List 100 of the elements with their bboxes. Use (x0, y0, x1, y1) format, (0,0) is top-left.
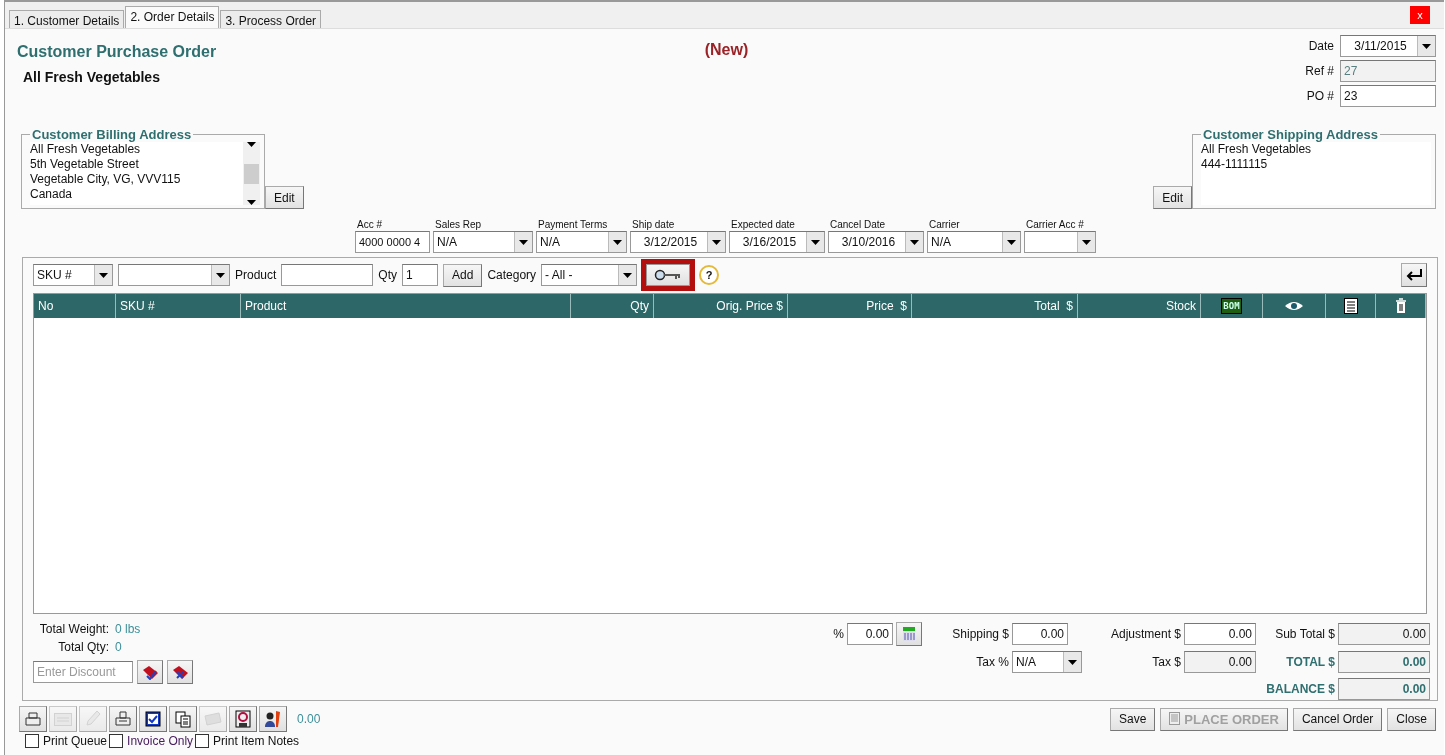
order-status: (New) (704, 41, 749, 60)
date-picker[interactable]: 3/12/2015 (630, 231, 726, 253)
enter-button[interactable] (1401, 263, 1427, 287)
caret-icon (99, 272, 108, 278)
field-label: BALANCE $ (1265, 682, 1335, 696)
field-label: Payment Terms (537, 219, 609, 230)
product-field[interactable] (281, 264, 374, 286)
printer-icon (115, 711, 131, 727)
field-label: Category (487, 268, 537, 282)
bom-icon: BOM (1221, 298, 1242, 314)
account-field[interactable]: 4000 0000 4 (355, 231, 430, 253)
column-header[interactable]: Qty (571, 294, 654, 318)
add-button[interactable]: Add (443, 263, 483, 287)
column-header[interactable]: Stock (1078, 294, 1201, 318)
summary-label: Total Weight: (38, 622, 109, 636)
return-icon (1405, 269, 1423, 281)
address-line: 5th Vegetable Street (30, 157, 140, 172)
checkbox-label: Print Queue (43, 734, 108, 748)
address-line: 444-1111115 (1201, 157, 1269, 172)
dropdown[interactable]: N/A (927, 231, 1021, 253)
field-label: Adjustment $ (1109, 627, 1181, 641)
column-header[interactable]: No (34, 294, 116, 318)
dropdown[interactable]: SKU # (33, 264, 113, 286)
column-header[interactable]: BOM (1201, 294, 1263, 318)
field-label: Shipping $ (951, 627, 1009, 641)
column-header[interactable]: SKU # (116, 294, 241, 318)
group-title: Customer Billing Address (31, 127, 193, 142)
caret-icon (1068, 659, 1077, 665)
dropdown[interactable]: N/A (433, 231, 533, 253)
tab[interactable]: 1. Customer Details (9, 10, 125, 28)
caret-icon (910, 239, 919, 245)
caret-icon (811, 239, 820, 245)
field-label: Date (1308, 39, 1334, 53)
checkbox[interactable] (195, 734, 210, 748)
envelope-icon (54, 712, 72, 726)
checkbox-label: Print Item Notes (213, 734, 300, 748)
field-label: % (832, 627, 844, 641)
field-label: Sales Rep (434, 219, 483, 230)
dropdown[interactable]: - All - (541, 264, 638, 286)
tax-field[interactable]: 0.00 (1184, 651, 1256, 673)
column-header[interactable]: Price $ (788, 294, 912, 318)
column-header[interactable]: Product (241, 294, 571, 318)
column-header[interactable]: Total $ (912, 294, 1078, 318)
remove-discount-button[interactable] (167, 660, 193, 684)
apply-discount-button[interactable] (137, 660, 163, 684)
dropdown[interactable] (118, 264, 230, 286)
edit-button[interactable]: Edit (265, 186, 304, 209)
field-label: Carrier Acc # (1025, 219, 1085, 230)
field-label: Sub Total $ (1274, 627, 1335, 641)
amount-text: 0.00 (297, 712, 321, 726)
field-label: Qty (378, 268, 398, 282)
list-icon (1343, 298, 1358, 314)
field-label: Acc # (356, 219, 383, 230)
checkbox[interactable] (109, 734, 124, 748)
field-label: Ship date (631, 219, 676, 230)
help-icon[interactable]: ? (699, 265, 720, 285)
caret-icon (216, 272, 225, 278)
summary-label: Total Qty: (57, 640, 109, 654)
date-picker[interactable]: 3/16/2015 (729, 231, 825, 253)
qty-field[interactable]: 1 (402, 264, 439, 286)
field-label: Tax $ (1151, 655, 1181, 669)
checkbox-icon (145, 711, 161, 727)
action-button[interactable]: Save (1109, 707, 1156, 731)
tab[interactable]: 3. Process Order (220, 10, 322, 28)
tag-icon (171, 664, 189, 680)
total-field[interactable]: 0.00 (1338, 651, 1430, 673)
adjustment-field[interactable]: 0.00 (1184, 623, 1256, 645)
subtotal-field[interactable]: 0.00 (1338, 623, 1430, 645)
shipping-field[interactable]: 0.00 (1012, 623, 1068, 645)
action-button[interactable]: Cancel Order (1292, 707, 1383, 731)
summary-value: 0 lbs (115, 622, 142, 636)
dropdown[interactable]: N/A (536, 231, 627, 253)
calculator-icon (903, 627, 915, 641)
edit-button[interactable]: Edit (1153, 186, 1192, 209)
action-button[interactable]: Close (1387, 707, 1436, 731)
percent-field[interactable]: 0.00 (847, 623, 893, 645)
tab[interactable]: 2. Order Details (125, 6, 220, 28)
reference-field[interactable]: 27 (1340, 60, 1436, 82)
window-close-button[interactable]: x (1410, 6, 1430, 24)
column-header[interactable]: Orig. Price $ (654, 294, 788, 318)
calculator-button[interactable] (896, 622, 922, 646)
toolbar-button[interactable] (259, 706, 287, 732)
dropdown[interactable] (1024, 231, 1096, 253)
field-label: Expected date (730, 219, 796, 230)
dropdown[interactable]: N/A (1012, 651, 1082, 673)
caret-icon (1422, 43, 1431, 49)
customer-name: All Fresh Vegetables (23, 69, 161, 85)
caret-icon (519, 239, 528, 245)
form-title: Customer Purchase Order (17, 43, 218, 61)
person-icon (264, 710, 282, 728)
toolbar-button[interactable] (139, 706, 167, 732)
balance-field[interactable]: 0.00 (1338, 678, 1430, 700)
date-picker[interactable]: 3/10/2016 (828, 231, 924, 253)
checkbox[interactable] (25, 734, 39, 748)
summary-value: 0 (115, 640, 123, 654)
discount-field[interactable]: Enter Discount (33, 661, 133, 683)
scrollbar[interactable] (243, 142, 260, 205)
toolbar-button[interactable] (229, 706, 257, 732)
date-picker[interactable]: 3/11/2015 (1340, 35, 1436, 57)
po-field[interactable]: 23 (1340, 85, 1436, 107)
